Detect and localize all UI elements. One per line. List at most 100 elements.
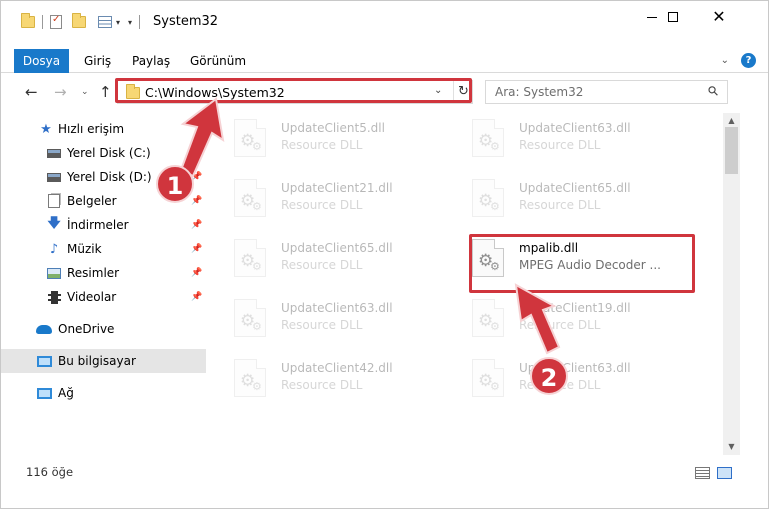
chevron-down-icon[interactable]: ▾ xyxy=(116,18,120,27)
scroll-down-icon[interactable]: ▼ xyxy=(723,439,740,455)
sidebar-item-label: Müzik xyxy=(67,242,102,256)
gear-icon: ⚙ xyxy=(252,140,262,153)
sidebar-item-label: OneDrive xyxy=(58,322,115,336)
file-name: UpdateClient5.dll xyxy=(281,121,385,135)
pin-icon[interactable]: 📌 xyxy=(191,196,202,206)
list-item[interactable]: ⚙ ⚙ UpdateClient19.dll Resource DLL xyxy=(472,295,692,341)
sidebar-item-this-pc[interactable]: Bu bilgisayar xyxy=(1,349,206,373)
music-icon: ♪ xyxy=(49,241,59,257)
expand-ribbon-icon[interactable]: ⌄ xyxy=(721,55,729,66)
pin-icon[interactable]: 📌 xyxy=(191,148,202,158)
onedrive-icon xyxy=(36,322,52,336)
sidebar-item-label: Yerel Disk (C:) xyxy=(67,146,151,160)
gear-icon: ⚙ xyxy=(252,380,262,393)
forward-arrow-icon[interactable]: → xyxy=(54,83,67,101)
tab-home[interactable]: Giriş xyxy=(78,49,117,73)
quick-access-toolbar: ▾ ▾ xyxy=(21,13,143,31)
file-description: Resource DLL xyxy=(281,258,363,272)
address-highlight-box xyxy=(115,78,472,103)
sidebar-item-pictures[interactable]: Resimler 📌 xyxy=(1,262,206,284)
close-button[interactable]: ✕ xyxy=(696,1,742,33)
status-bar: 116 öğe xyxy=(1,461,768,483)
vertical-scrollbar[interactable]: ▲ ▼ xyxy=(723,113,740,455)
maximize-button[interactable] xyxy=(651,1,695,33)
file-description: Resource DLL xyxy=(281,138,363,152)
list-item[interactable]: ⚙ ⚙ UpdateClient5.dll Resource DLL xyxy=(234,115,454,161)
sidebar-item-videos[interactable]: Videolar 📌 xyxy=(1,286,206,308)
file-description: Resource DLL xyxy=(281,318,363,332)
scrollbar-thumb[interactable] xyxy=(725,127,738,174)
this-pc-icon xyxy=(36,354,52,368)
list-item[interactable]: ⚙⚙ UpdateClient63.dll Resource DLL xyxy=(234,295,454,341)
dll-file-icon: ⚙ ⚙ xyxy=(234,239,266,277)
file-name: UpdateClient65.dll xyxy=(519,181,631,195)
file-name: UpdateClient63.dll xyxy=(281,301,393,315)
pictures-icon xyxy=(46,266,62,280)
gear-icon: ⚙ xyxy=(490,200,500,213)
list-item[interactable]: ⚙⚙ UpdateClient63.dll Resource DLL xyxy=(472,355,692,401)
sidebar-item-network[interactable]: Ağ xyxy=(1,382,206,404)
back-arrow-icon[interactable]: ← xyxy=(25,83,38,101)
gear-icon: ⚙ xyxy=(252,200,262,213)
dll-file-icon: ⚙ ⚙ xyxy=(472,119,504,157)
ribbon-controls: ⌄ ? xyxy=(721,53,756,68)
navigation-pane: ★ Hızlı erişim Yerel Disk (C:) 📌 Yerel D… xyxy=(1,113,206,453)
documents-icon xyxy=(46,194,62,208)
list-item[interactable]: ⚙ ⚙ UpdateClient21.dll Resource DLL xyxy=(234,175,454,221)
file-name: UpdateClient65.dll xyxy=(281,241,393,255)
file-description: Resource DLL xyxy=(281,198,363,212)
sidebar-item-downloads[interactable]: 🡇 İndirmeler 📌 xyxy=(1,214,206,236)
up-arrow-icon[interactable]: ↑ xyxy=(99,83,112,101)
drive-icon xyxy=(46,170,62,184)
list-item[interactable]: ⚙ ⚙ UpdateClient65.dll Resource DLL xyxy=(234,235,454,281)
help-icon[interactable]: ? xyxy=(741,53,756,68)
dll-file-icon: ⚙ ⚙ xyxy=(234,119,266,157)
new-folder-icon[interactable] xyxy=(72,13,86,28)
list-item[interactable]: ⚙ ⚙ UpdateClient65.dll Resource DLL xyxy=(472,175,692,221)
file-name: UpdateClient21.dll xyxy=(281,181,393,195)
file-description: Resource DLL xyxy=(281,378,363,392)
pin-icon[interactable]: 📌 xyxy=(191,268,202,278)
view-icon[interactable] xyxy=(98,16,112,28)
gear-icon: ⚙ xyxy=(252,320,262,333)
sidebar-item-music[interactable]: ♪ Müzik 📌 xyxy=(1,238,206,260)
file-description: Resource DLL xyxy=(519,318,601,332)
sidebar-item-label: Bu bilgisayar xyxy=(58,354,136,368)
sidebar-item-label: İndirmeler xyxy=(67,218,129,232)
search-input[interactable]: Ara: System32 ⚲ xyxy=(485,80,728,104)
large-icons-view-icon[interactable] xyxy=(717,467,732,479)
gear-icon: ⚙ xyxy=(252,260,262,273)
list-item[interactable]: ⚙⚙ UpdateClient63.dll Resource DLL xyxy=(472,115,692,161)
gear-icon: ⚙ xyxy=(490,320,500,333)
dll-file-icon: ⚙ ⚙ xyxy=(234,359,266,397)
list-item[interactable]: ⚙ ⚙ UpdateClient42.dll Resource DLL xyxy=(234,355,454,401)
search-icon[interactable]: ⚲ xyxy=(706,83,723,100)
pin-icon[interactable]: 📌 xyxy=(191,292,202,302)
details-view-icon[interactable] xyxy=(695,467,710,479)
sidebar-item-quick-access[interactable]: ★ Hızlı erişim xyxy=(1,118,206,140)
dll-file-icon: ⚙ ⚙ xyxy=(234,179,266,217)
sidebar-item-label: Yerel Disk (D:) xyxy=(67,170,152,184)
customize-toolbar-icon[interactable]: ▾ xyxy=(128,18,132,27)
tab-share[interactable]: Paylaş xyxy=(126,49,176,73)
file-description: Resource DLL xyxy=(519,198,601,212)
recent-locations-icon[interactable]: ⌄ xyxy=(81,87,89,97)
tab-view[interactable]: Görünüm xyxy=(184,49,252,73)
tab-file[interactable]: Dosya xyxy=(14,49,69,73)
dll-file-icon: ⚙ ⚙ xyxy=(472,179,504,217)
pin-icon[interactable]: 📌 xyxy=(191,244,202,254)
search-placeholder: Ara: System32 xyxy=(495,85,584,99)
sidebar-item-onedrive[interactable]: OneDrive xyxy=(1,318,206,340)
sidebar-item-label: Belgeler xyxy=(67,194,117,208)
pin-icon[interactable]: 📌 xyxy=(191,220,202,230)
ribbon-tabs: Dosya Giriş Paylaş Görünüm ⌄ ? xyxy=(1,49,768,73)
downloads-icon: 🡇 xyxy=(47,216,61,231)
sidebar-item-local-disk-c[interactable]: Yerel Disk (C:) 📌 xyxy=(1,142,206,164)
gear-icon: ⚙ xyxy=(490,140,500,153)
file-name: UpdateClient19.dll xyxy=(519,301,631,315)
sidebar-item-label: Ağ xyxy=(58,386,74,400)
sidebar-item-label: Videolar xyxy=(67,290,117,304)
properties-icon[interactable] xyxy=(50,14,62,29)
dll-file-icon: ⚙ ⚙ xyxy=(472,359,504,397)
videos-icon xyxy=(46,290,62,304)
